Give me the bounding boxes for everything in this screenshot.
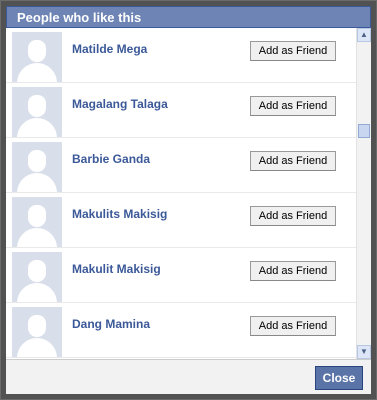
person-name-link[interactable]: Magalang Talaga — [72, 96, 168, 112]
list-item: Makulits Makisig Add as Friend — [6, 193, 356, 248]
chevron-down-icon[interactable]: ▼ — [357, 345, 371, 359]
avatar-icon[interactable] — [12, 87, 62, 137]
person-name-link[interactable]: Makulits Makisig — [72, 206, 167, 222]
add-friend-button[interactable]: Add as Friend — [250, 206, 336, 226]
avatar-icon[interactable] — [12, 307, 62, 357]
dialog-body: People who like this Matilde Mega Add as… — [6, 6, 371, 394]
list-item: Matilde Mega Add as Friend — [6, 28, 356, 83]
add-friend-button[interactable]: Add as Friend — [250, 96, 336, 116]
people-list[interactable]: Matilde Mega Add as Friend Magalang Tala… — [6, 28, 371, 359]
list-scrollbar[interactable]: ▲ ▼ — [356, 28, 371, 359]
person-name-link[interactable]: Barbie Ganda — [72, 151, 150, 167]
likes-dialog: People who like this Matilde Mega Add as… — [0, 0, 377, 400]
avatar-icon[interactable] — [12, 142, 62, 192]
avatar-icon[interactable] — [12, 197, 62, 247]
dialog-header: People who like this — [6, 6, 371, 28]
person-name-link[interactable]: Makulit Makisig — [72, 261, 161, 277]
person-name-link[interactable]: Matilde Mega — [72, 41, 147, 57]
add-friend-button[interactable]: Add as Friend — [250, 151, 336, 171]
list-item: Makulit Makisig Add as Friend — [6, 248, 356, 303]
add-friend-button[interactable]: Add as Friend — [250, 261, 336, 281]
scrollbar-thumb[interactable] — [358, 124, 370, 138]
list-item: Barbie Ganda Add as Friend — [6, 138, 356, 193]
chevron-up-icon[interactable]: ▲ — [357, 28, 371, 42]
dialog-footer: Close — [6, 359, 371, 394]
add-friend-button[interactable]: Add as Friend — [250, 41, 336, 61]
dialog-title: People who like this — [17, 10, 142, 25]
person-name-link[interactable]: Dang Mamina — [72, 316, 150, 332]
add-friend-button[interactable]: Add as Friend — [250, 316, 336, 336]
close-button[interactable]: Close — [315, 366, 363, 390]
list-item: Magalang Talaga Add as Friend — [6, 83, 356, 138]
avatar-icon[interactable] — [12, 32, 62, 82]
avatar-icon[interactable] — [12, 252, 62, 302]
list-item: Dang Mamina Add as Friend — [6, 303, 356, 358]
